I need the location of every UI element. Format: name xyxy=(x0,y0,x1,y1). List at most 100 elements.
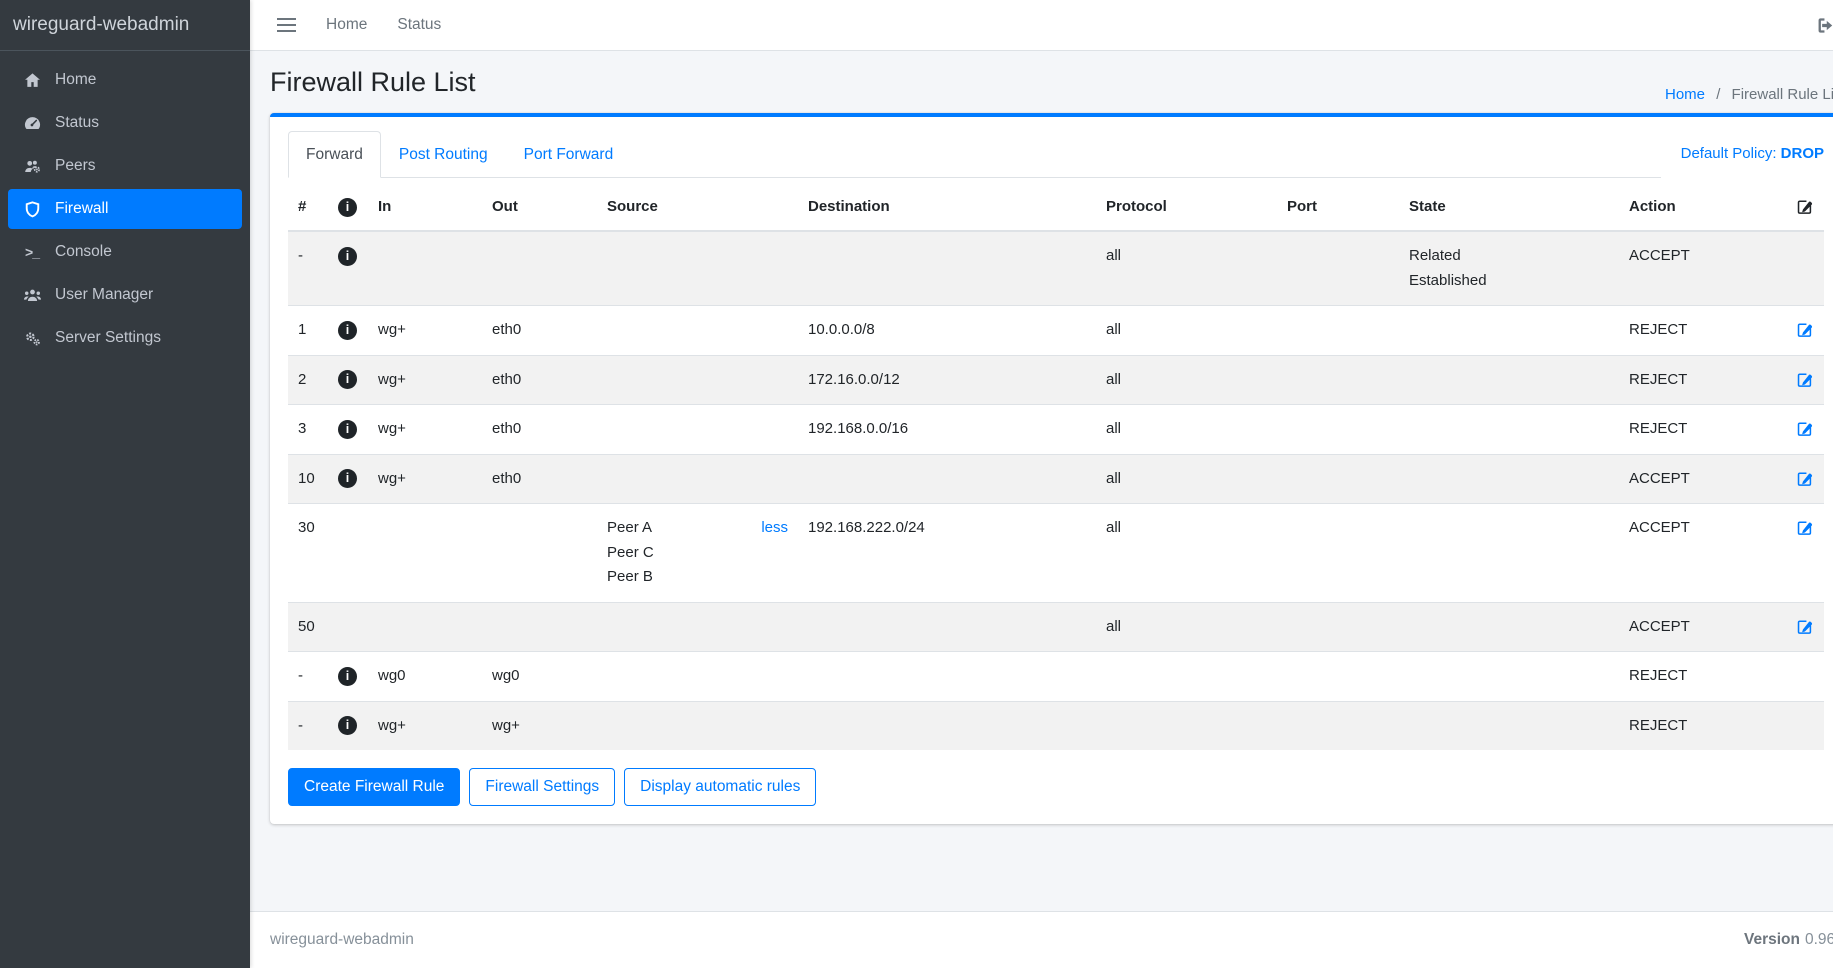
rule-in-interface: wg+ xyxy=(368,355,482,405)
rule-tabs: ForwardPost RoutingPort Forward xyxy=(288,131,1661,178)
edit-rule-button[interactable] xyxy=(1796,318,1814,343)
tab-post-routing[interactable]: Post Routing xyxy=(381,131,506,178)
sidebar-item-user-manager[interactable]: User Manager xyxy=(8,275,242,315)
info-icon[interactable]: i xyxy=(338,667,357,686)
default-policy-label: Default Policy: xyxy=(1681,145,1777,162)
footer-version: Version0.960 xyxy=(1744,931,1833,949)
rule-out-interface: eth0 xyxy=(482,454,597,504)
rule-number: 50 xyxy=(288,602,328,652)
rule-number: 1 xyxy=(288,306,328,356)
edit-rule-button[interactable] xyxy=(1796,615,1814,640)
col-header-source: Source xyxy=(597,184,798,231)
sidebar-item-label: Peers xyxy=(55,157,96,175)
col-header-state: State xyxy=(1399,184,1619,231)
table-header-row: #iInOutSourceDestinationProtocolPortStat… xyxy=(288,184,1824,231)
firewall-settings-button[interactable]: Firewall Settings xyxy=(469,768,615,806)
rule-protocol: all xyxy=(1096,602,1277,652)
edit-rule-button[interactable] xyxy=(1796,368,1814,393)
rule-info-cell xyxy=(328,602,368,652)
state-value: Related xyxy=(1409,244,1609,269)
col-header-col: # xyxy=(288,184,328,231)
rule-state xyxy=(1399,652,1619,702)
info-icon[interactable]: i xyxy=(338,469,357,488)
state-value: Established xyxy=(1409,269,1609,294)
sidebar-item-server-settings[interactable]: Server Settings xyxy=(8,318,242,358)
nav-link-status[interactable]: Status xyxy=(397,16,441,34)
rule-protocol: all xyxy=(1096,306,1277,356)
sidebar-item-status[interactable]: Status xyxy=(8,103,242,143)
peer-name: Peer A xyxy=(607,516,654,541)
info-icon[interactable]: i xyxy=(338,716,357,735)
info-icon[interactable]: i xyxy=(338,420,357,439)
shield-icon xyxy=(19,200,45,219)
edit-rule-button[interactable] xyxy=(1796,516,1814,541)
peer-name: Peer B xyxy=(607,565,654,590)
less-link[interactable]: less xyxy=(761,516,788,541)
edit-rule-button[interactable] xyxy=(1796,417,1814,442)
col-header-destination: Destination xyxy=(798,184,1096,231)
rule-action: ACCEPT xyxy=(1619,504,1780,603)
rule-port xyxy=(1277,652,1399,702)
table-body: -iallRelatedEstablishedACCEPT1iwg+eth010… xyxy=(288,231,1824,750)
rule-port xyxy=(1277,355,1399,405)
sidebar-item-console[interactable]: >_ Console xyxy=(8,232,242,272)
rule-number: - xyxy=(288,701,328,750)
tab-forward[interactable]: Forward xyxy=(288,131,381,178)
rule-state xyxy=(1399,602,1619,652)
tab-port-forward[interactable]: Port Forward xyxy=(506,131,632,178)
page-title: Firewall Rule List xyxy=(270,64,1833,100)
sidebar-nav: HomeStatus Peers Firewall >_ Console User Man… xyxy=(0,51,250,358)
display-automatic-rules-button[interactable]: Display automatic rules xyxy=(624,768,816,806)
rule-row: 10iwg+eth0allACCEPT xyxy=(288,454,1824,504)
sidebar-item-firewall[interactable]: Firewall xyxy=(8,189,242,229)
top-navbar: Home Status xyxy=(250,0,1833,51)
edit-column-icon xyxy=(1796,198,1814,215)
rule-row: 3iwg+eth0192.168.0.0/16allREJECT xyxy=(288,405,1824,455)
rule-protocol xyxy=(1096,652,1277,702)
rule-source xyxy=(597,405,798,455)
rule-state xyxy=(1399,454,1619,504)
rule-edit-cell xyxy=(1780,454,1824,504)
info-icon[interactable]: i xyxy=(338,321,357,340)
info-icon[interactable]: i xyxy=(338,247,357,266)
rule-number: 3 xyxy=(288,405,328,455)
rule-out-interface: eth0 xyxy=(482,306,597,356)
rule-protocol: all xyxy=(1096,504,1277,603)
rule-out-interface: wg0 xyxy=(482,652,597,702)
action-buttons: Create Firewall RuleFirewall SettingsDis… xyxy=(288,768,1824,806)
breadcrumb-home-link[interactable]: Home xyxy=(1665,86,1705,103)
edit-rule-button[interactable] xyxy=(1796,467,1814,492)
rule-info-cell: i xyxy=(328,306,368,356)
rule-source xyxy=(597,701,798,750)
brand-link[interactable]: wireguard-webadmin xyxy=(0,0,250,51)
rule-edit-cell xyxy=(1780,504,1824,603)
col-header-info: i xyxy=(328,184,368,231)
rule-info-cell: i xyxy=(328,405,368,455)
rule-port xyxy=(1277,231,1399,306)
menu-toggle-icon[interactable] xyxy=(277,24,296,27)
rule-protocol: all xyxy=(1096,405,1277,455)
users-icon xyxy=(19,286,45,305)
rule-state xyxy=(1399,701,1619,750)
create-firewall-rule-button[interactable]: Create Firewall Rule xyxy=(288,768,460,806)
sidebar-item-peers[interactable]: Peers xyxy=(8,146,242,186)
rule-destination: 192.168.222.0/24 xyxy=(798,504,1096,603)
rule-in-interface: wg+ xyxy=(368,701,482,750)
rule-edit-cell xyxy=(1780,231,1824,306)
rule-destination xyxy=(798,454,1096,504)
terminal-icon: >_ xyxy=(19,244,45,260)
rule-source xyxy=(597,231,798,306)
sidebar-item-label: Server Settings xyxy=(55,329,161,347)
rule-row: 50 all ACCEPT xyxy=(288,602,1824,652)
rule-number: 2 xyxy=(288,355,328,405)
info-icon[interactable]: i xyxy=(338,370,357,389)
sidebar-item-home[interactable]: Home xyxy=(8,60,242,100)
rule-number: - xyxy=(288,231,328,306)
default-policy-link[interactable]: Default Policy: DROP xyxy=(1661,145,1824,162)
nav-link-home[interactable]: Home xyxy=(326,16,367,34)
rule-action: ACCEPT xyxy=(1619,602,1780,652)
col-header-edit xyxy=(1780,184,1824,231)
sidebar-item-label: Console xyxy=(55,243,112,261)
logout-icon[interactable] xyxy=(1815,15,1833,40)
rule-edit-cell xyxy=(1780,701,1824,750)
